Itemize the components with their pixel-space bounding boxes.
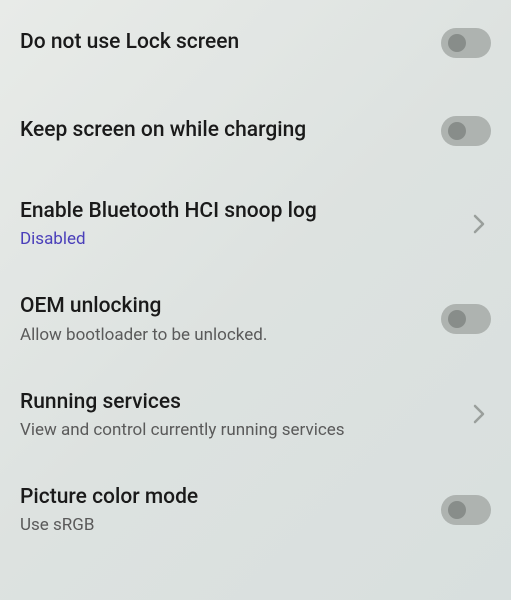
setting-text: Running services View and control curren… (20, 389, 467, 440)
setting-text: OEM unlocking Allow bootloader to be unl… (20, 293, 441, 344)
setting-title: OEM unlocking (20, 293, 429, 320)
setting-title: Do not use Lock screen (20, 29, 429, 56)
setting-title: Enable Bluetooth HCI snoop log (20, 198, 455, 225)
setting-title: Running services (20, 389, 455, 416)
settings-list: Do not use Lock screen Keep screen on wh… (0, 0, 511, 549)
setting-oem-unlocking[interactable]: OEM unlocking Allow bootloader to be unl… (0, 271, 511, 366)
setting-text: Do not use Lock screen (20, 29, 441, 56)
keep-screen-toggle[interactable] (441, 116, 491, 146)
setting-subtitle: Disabled (20, 229, 455, 249)
setting-title: Picture color mode (20, 484, 429, 511)
chevron-right-icon (467, 212, 491, 236)
lock-screen-toggle[interactable] (441, 28, 491, 58)
setting-title: Keep screen on while charging (20, 117, 429, 144)
chevron-right-icon (467, 402, 491, 426)
oem-unlocking-toggle[interactable] (441, 304, 491, 334)
setting-keep-screen[interactable]: Keep screen on while charging (0, 86, 511, 176)
setting-text: Keep screen on while charging (20, 117, 441, 144)
setting-running-services[interactable]: Running services View and control curren… (0, 367, 511, 462)
setting-subtitle: Use sRGB (20, 515, 429, 535)
setting-subtitle: View and control currently running servi… (20, 420, 455, 440)
setting-bluetooth-hci[interactable]: Enable Bluetooth HCI snoop log Disabled (0, 176, 511, 271)
picture-color-toggle[interactable] (441, 495, 491, 525)
setting-text: Picture color mode Use sRGB (20, 484, 441, 535)
setting-lock-screen[interactable]: Do not use Lock screen (0, 0, 511, 86)
setting-picture-color[interactable]: Picture color mode Use sRGB (0, 462, 511, 549)
setting-subtitle: Allow bootloader to be unlocked. (20, 325, 429, 345)
setting-text: Enable Bluetooth HCI snoop log Disabled (20, 198, 467, 249)
